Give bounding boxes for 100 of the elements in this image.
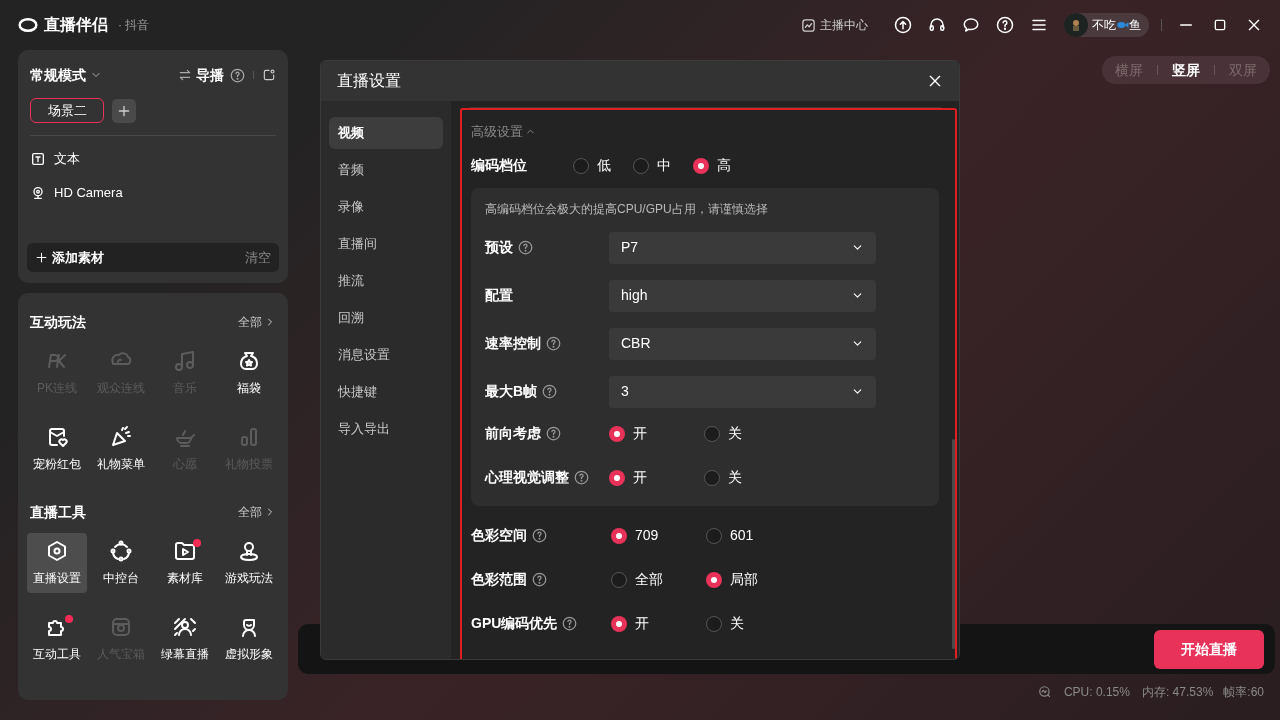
user-chip[interactable]: 不吃 鱼 bbox=[1064, 13, 1149, 37]
radio-option[interactable]: 关 bbox=[704, 423, 742, 444]
radio-option[interactable]: 601 bbox=[706, 525, 754, 546]
close-icon[interactable] bbox=[927, 73, 943, 89]
chat-icon[interactable] bbox=[962, 16, 980, 34]
person-screen-icon bbox=[173, 615, 197, 639]
add-source-button[interactable]: 添加素材 bbox=[35, 247, 104, 268]
creator-center-button[interactable]: 主播中心 bbox=[801, 16, 868, 34]
radio-button[interactable] bbox=[609, 425, 625, 442]
radio-button[interactable] bbox=[704, 469, 720, 486]
video-folder-icon bbox=[173, 539, 197, 563]
radio-button[interactable] bbox=[633, 157, 649, 174]
advanced-settings-toggle[interactable]: 高级设置 bbox=[471, 122, 536, 142]
avatar-icon bbox=[1064, 13, 1088, 37]
radio-option[interactable]: 高 bbox=[693, 155, 731, 176]
orientation-tab[interactable]: 竖屏 bbox=[1172, 59, 1200, 81]
webcam-icon bbox=[30, 185, 46, 201]
user-name: 不吃 bbox=[1092, 17, 1116, 34]
section-title: 互动玩法 bbox=[30, 312, 86, 332]
settings-nav-item[interactable]: 推流 bbox=[329, 265, 443, 297]
setting-label: 心理视觉调整 bbox=[485, 468, 569, 487]
view-all-link[interactable]: 全部 bbox=[238, 503, 276, 521]
settings-nav-item[interactable]: 导入导出 bbox=[329, 413, 443, 445]
radio-option[interactable]: 全部 bbox=[611, 569, 706, 590]
setting-label: GPU编码优先 bbox=[471, 614, 558, 633]
dialog-title: 直播设置 bbox=[337, 71, 401, 91]
radio-button[interactable] bbox=[693, 157, 709, 174]
tool-button[interactable]: 绿幕直播 bbox=[155, 609, 215, 669]
plus-icon bbox=[35, 251, 48, 264]
setting-label: 速率控制 bbox=[485, 334, 541, 353]
performance-icon[interactable] bbox=[1037, 685, 1052, 699]
tool-button[interactable]: 直播设置 bbox=[27, 533, 87, 593]
setting-label: 色彩范围 bbox=[471, 570, 527, 589]
setting-label: 最大B帧 bbox=[485, 382, 538, 401]
radio-button[interactable] bbox=[706, 615, 722, 632]
source-item[interactable]: 文本 bbox=[30, 142, 276, 176]
select-field[interactable]: CBR bbox=[609, 327, 876, 360]
radio-option[interactable]: 关 bbox=[704, 467, 742, 488]
platform-label: · 抖音 bbox=[118, 17, 150, 34]
tool-button[interactable]: 福袋 bbox=[219, 343, 279, 403]
view-all-link[interactable]: 全部 bbox=[238, 313, 276, 331]
radio-option[interactable]: 开 bbox=[609, 467, 704, 488]
setting-label: 色彩空间 bbox=[471, 526, 527, 545]
select-field[interactable]: high bbox=[609, 279, 876, 312]
radio-option[interactable]: 低 bbox=[573, 155, 611, 176]
radio-button[interactable] bbox=[611, 527, 627, 544]
radio-button[interactable] bbox=[611, 615, 627, 632]
radio-option[interactable]: 709 bbox=[611, 525, 706, 546]
radio-option[interactable]: 中 bbox=[633, 155, 671, 176]
settings-nav-item[interactable]: 音频 bbox=[329, 154, 443, 186]
fish-icon bbox=[1116, 20, 1129, 30]
maximize-icon[interactable] bbox=[1212, 17, 1228, 33]
text-icon bbox=[30, 151, 46, 167]
radio-button[interactable] bbox=[609, 469, 625, 486]
hexagon-settings-icon bbox=[45, 539, 69, 563]
radio-option[interactable]: 开 bbox=[611, 613, 706, 634]
settings-nav-item[interactable]: 视频 bbox=[329, 117, 443, 149]
select-field[interactable]: 3 bbox=[609, 375, 876, 408]
radio-button[interactable] bbox=[573, 157, 589, 174]
setting-label: 编码档位 bbox=[471, 156, 527, 175]
start-live-button[interactable]: 开始直播 bbox=[1154, 629, 1264, 669]
tool-button[interactable]: 游戏玩法 bbox=[219, 533, 279, 593]
headset-icon[interactable] bbox=[928, 16, 946, 34]
tool-button[interactable]: 素材库 bbox=[155, 533, 215, 593]
source-item[interactable]: HD Camera bbox=[30, 176, 276, 210]
scene-tab[interactable]: 场景二 bbox=[30, 98, 104, 123]
tool-button[interactable]: 礼物菜单 bbox=[91, 419, 151, 479]
scrollbar[interactable] bbox=[952, 439, 955, 649]
cpu-usage: CPU: 0.15% bbox=[1063, 684, 1130, 701]
radio-button[interactable] bbox=[704, 425, 720, 442]
nodes-circle-icon bbox=[109, 539, 133, 563]
party-popper-icon bbox=[109, 425, 133, 449]
select-field[interactable]: P7 bbox=[609, 231, 876, 264]
tool-button[interactable]: 中控台 bbox=[91, 533, 151, 593]
lucky-bag-icon bbox=[237, 349, 261, 373]
radio-button[interactable] bbox=[706, 527, 722, 544]
radio-option[interactable]: 开 bbox=[609, 423, 704, 444]
mode-dropdown[interactable]: 常规模式 bbox=[30, 64, 102, 86]
director-button[interactable]: 导播 bbox=[178, 64, 224, 86]
close-icon[interactable] bbox=[1246, 17, 1262, 33]
memory-usage: 内存: 47.53% bbox=[1141, 684, 1214, 701]
settings-nav-item[interactable]: 录像 bbox=[329, 191, 443, 223]
warning-hint: 高编码档位会极大的提高CPU/GPU占用，请谨慎选择 bbox=[485, 200, 769, 218]
settings-nav-item[interactable]: 消息设置 bbox=[329, 339, 443, 371]
tool-button[interactable]: 虚拟形象 bbox=[219, 609, 279, 669]
swap-icon bbox=[178, 68, 192, 82]
joystick-icon bbox=[237, 539, 261, 563]
settings-nav-item[interactable]: 直播间 bbox=[329, 228, 443, 260]
add-scene-button[interactable] bbox=[112, 98, 136, 123]
settings-nav-item[interactable]: 快捷键 bbox=[329, 376, 443, 408]
tool-button[interactable]: 互动工具 bbox=[27, 609, 87, 669]
radio-button[interactable] bbox=[706, 571, 722, 588]
clear-button[interactable]: 清空 bbox=[245, 247, 271, 268]
radio-option[interactable]: 局部 bbox=[706, 569, 758, 590]
radio-option[interactable]: 关 bbox=[706, 613, 744, 634]
settings-nav-item[interactable]: 回溯 bbox=[329, 302, 443, 334]
tool-button[interactable]: 宠粉红包 bbox=[27, 419, 87, 479]
upload-icon[interactable] bbox=[894, 16, 912, 34]
popout-icon[interactable] bbox=[262, 68, 276, 82]
radio-button[interactable] bbox=[611, 571, 627, 588]
